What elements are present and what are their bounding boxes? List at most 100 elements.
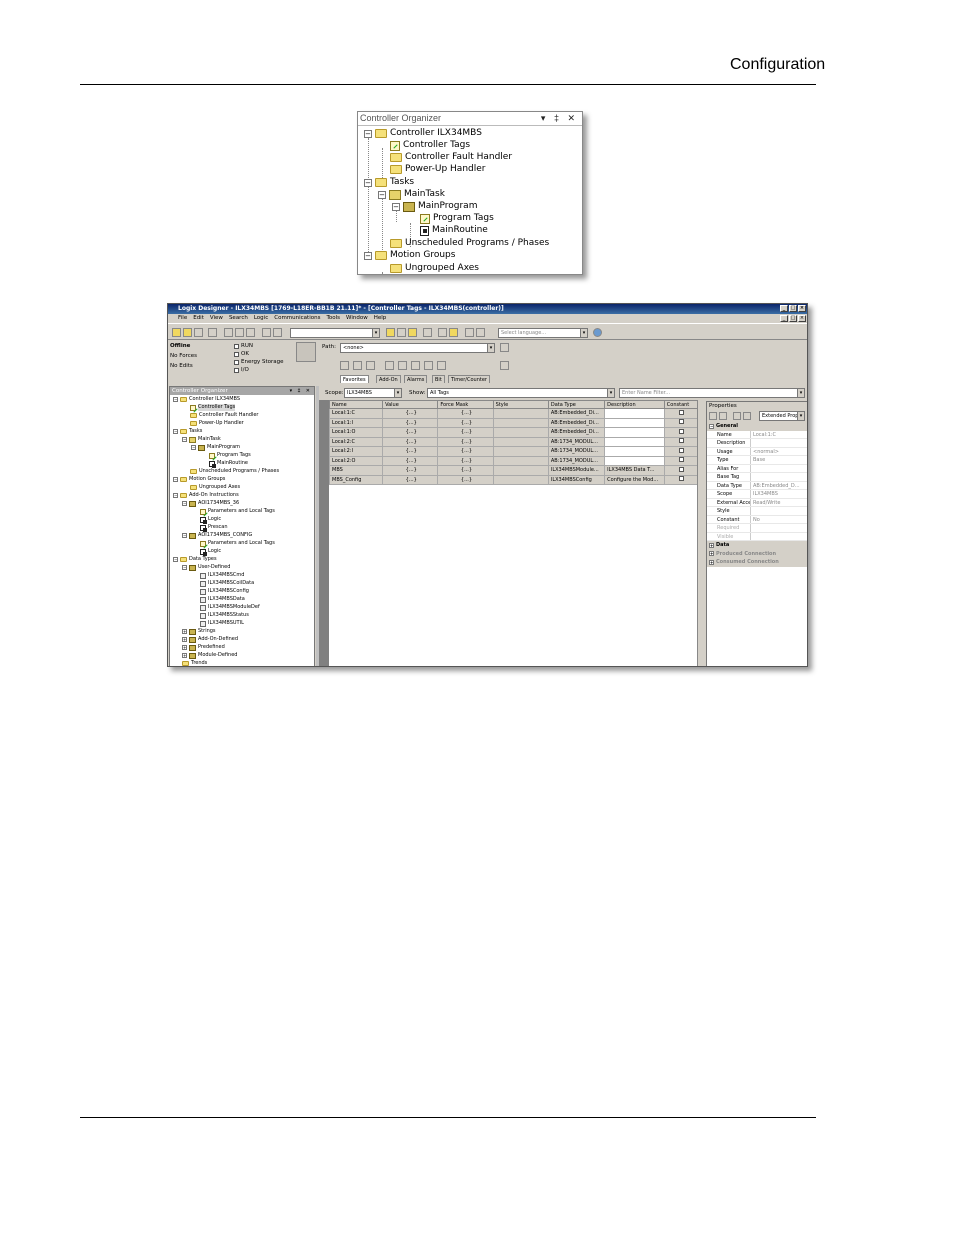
name-filter-input[interactable]: Enter Name Filter... ▾ [619,388,805,398]
xio-icon[interactable] [398,361,407,370]
property-row[interactable]: Usage <normal> [707,447,807,456]
verify-controller-icon[interactable] [449,328,458,337]
tag-type[interactable]: AB:1734_MODUL... [547,446,606,457]
col-style[interactable]: Style [492,400,549,409]
table-row[interactable]: Local:2:O {...} {...} AB:1734_MODUL... [329,455,698,466]
tree-item-controller[interactable]: − Controller ILX34MBS [364,128,482,139]
tag-constant[interactable] [663,417,698,428]
col-name[interactable]: Name [329,400,384,409]
tree-item-maintask[interactable]: − MainTask [378,189,445,200]
mode-status[interactable]: Offline [170,343,190,349]
tag-style[interactable] [492,417,549,428]
tag-desc[interactable] [604,427,665,438]
col-value[interactable]: Value [382,400,439,409]
collapse-icon[interactable]: − [709,423,714,429]
category-general[interactable]: − General [707,422,807,431]
scope-combo[interactable]: ILX34MBS ▾ [344,388,402,398]
chevron-down-icon[interactable]: ▾ [394,389,401,397]
tab-add-on[interactable]: Add-On [376,375,401,383]
tree-item-fault-handler[interactable]: Controller Fault Handler [390,152,512,163]
tree-item-aoi-config-logic[interactable]: Logic [200,548,221,556]
organizer-pane-controls[interactable]: ▾ ‡ ✕ [290,387,312,395]
expand-icon[interactable]: + [709,542,714,548]
tag-style[interactable] [492,474,549,485]
tag-type[interactable]: ILX34MBSConfig [547,474,606,485]
tree-item-trends[interactable]: Trends [182,660,207,666]
table-row[interactable]: Local:2:C {...} {...} AB:1734_MODUL... [329,436,698,447]
constant-checkbox[interactable] [679,466,685,472]
new-icon[interactable] [172,328,181,337]
tag-type[interactable]: AB:Embedded_Di... [547,408,606,419]
tree-item-unscheduled[interactable]: Unscheduled Programs / Phases [190,468,279,475]
tag-constant[interactable] [663,427,698,438]
branch-icon[interactable] [353,361,362,370]
tag-constant[interactable] [663,408,698,419]
tree-item-mainprogram[interactable]: − MainProgram [392,201,477,212]
collapse-icon[interactable]: − [173,397,178,402]
table-row[interactable]: MBS_Config {...} {...} ILX34MBSConfig Config… [329,474,698,485]
menu-tools[interactable]: Tools [326,314,340,323]
close-button[interactable]: × [798,305,806,312]
branch-level-icon[interactable] [366,361,375,370]
cut-icon[interactable] [224,328,233,337]
minimize-button[interactable]: _ [780,305,788,312]
tag-force[interactable]: {...} [437,427,494,438]
tree-item-add-on-defined[interactable]: + Add-On-Defined [182,636,238,643]
tag-value[interactable]: {...} [382,465,439,476]
menu-search[interactable]: Search [229,314,248,323]
properties-view-combo[interactable]: Extended Prop ▾ [759,411,805,421]
alphabetical-icon[interactable] [719,412,727,420]
category-data[interactable]: + Data [707,541,807,550]
go-online-icon[interactable] [423,328,432,337]
property-row[interactable]: Base Tag [707,473,807,482]
tag-name[interactable]: Local:2:C [329,436,384,447]
tag-desc[interactable]: Configure the Mod... [604,474,665,485]
tag-value[interactable]: {...} [382,417,439,428]
chevron-down-icon[interactable]: ▾ [797,389,804,397]
tree-item-controller-tags[interactable]: Controller Tags [390,140,470,151]
tree-item-ungrouped-axes[interactable]: Ungrouped Axes [390,263,479,274]
redo-icon[interactable] [273,328,282,337]
show-combo[interactable]: All Tags ▾ [427,388,615,398]
property-pages-icon[interactable] [733,412,741,420]
menu-help[interactable]: Help [374,314,387,323]
find-icon[interactable] [386,328,395,337]
menu-file[interactable]: File [178,314,187,323]
print-icon[interactable] [208,328,217,337]
tree-item-user-defined[interactable]: − User-Defined [182,564,230,571]
tree-item-controller-tags[interactable]: Controller Tags [190,404,236,411]
path-combo[interactable]: <none> ▾ [340,343,495,353]
tag-desc[interactable]: ILX34MBS Data T... [604,465,665,476]
tag-constant[interactable] [663,474,698,485]
chevron-down-icon[interactable]: ▾ [607,389,614,397]
constant-checkbox[interactable] [679,419,685,425]
doc-minimize-button[interactable]: _ [780,315,788,322]
tag-desc[interactable] [604,436,665,447]
collapse-icon[interactable]: − [378,190,386,199]
property-row[interactable]: Scope ILX34MBS [707,490,807,499]
collapse-icon[interactable]: − [364,129,372,138]
expand-icon[interactable]: + [182,637,187,642]
copy-icon[interactable] [235,328,244,337]
tag-value[interactable]: {...} [382,474,439,485]
collapse-icon[interactable]: − [182,565,187,570]
tree-item-udt[interactable]: ILX34MBSCmd [200,572,244,579]
verify-icon[interactable] [438,328,447,337]
tree-item-mainroutine[interactable]: MainRoutine [420,225,488,236]
chevron-down-icon[interactable]: ▾ [580,329,587,337]
table-row[interactable]: MBS {...} {...} ILX34MBSModule... ILX34MBS D… [329,465,698,476]
otu-icon[interactable] [437,361,446,370]
tree-item-tasks[interactable]: − Tasks [173,428,202,435]
tree-item-maintask[interactable]: − MainTask [182,436,221,443]
property-row[interactable]: Name Local:1:C [707,430,807,439]
collapse-icon[interactable]: − [364,178,372,187]
tree-item-fault-handler[interactable]: Controller Fault Handler [190,412,258,419]
zoom-out-icon[interactable] [476,328,485,337]
menu-edit[interactable]: Edit [193,314,204,323]
tree-item-aoi[interactable]: − Add-On Instructions [173,492,239,499]
chevron-down-icon[interactable]: ▾ [372,329,379,337]
tree-item-mainroutine[interactable]: MainRoutine [209,460,248,468]
tab-favorites[interactable]: Favorites [340,375,369,383]
category-produced-connection[interactable]: + Produced Connection [707,549,807,558]
collapse-icon[interactable]: − [173,477,178,482]
